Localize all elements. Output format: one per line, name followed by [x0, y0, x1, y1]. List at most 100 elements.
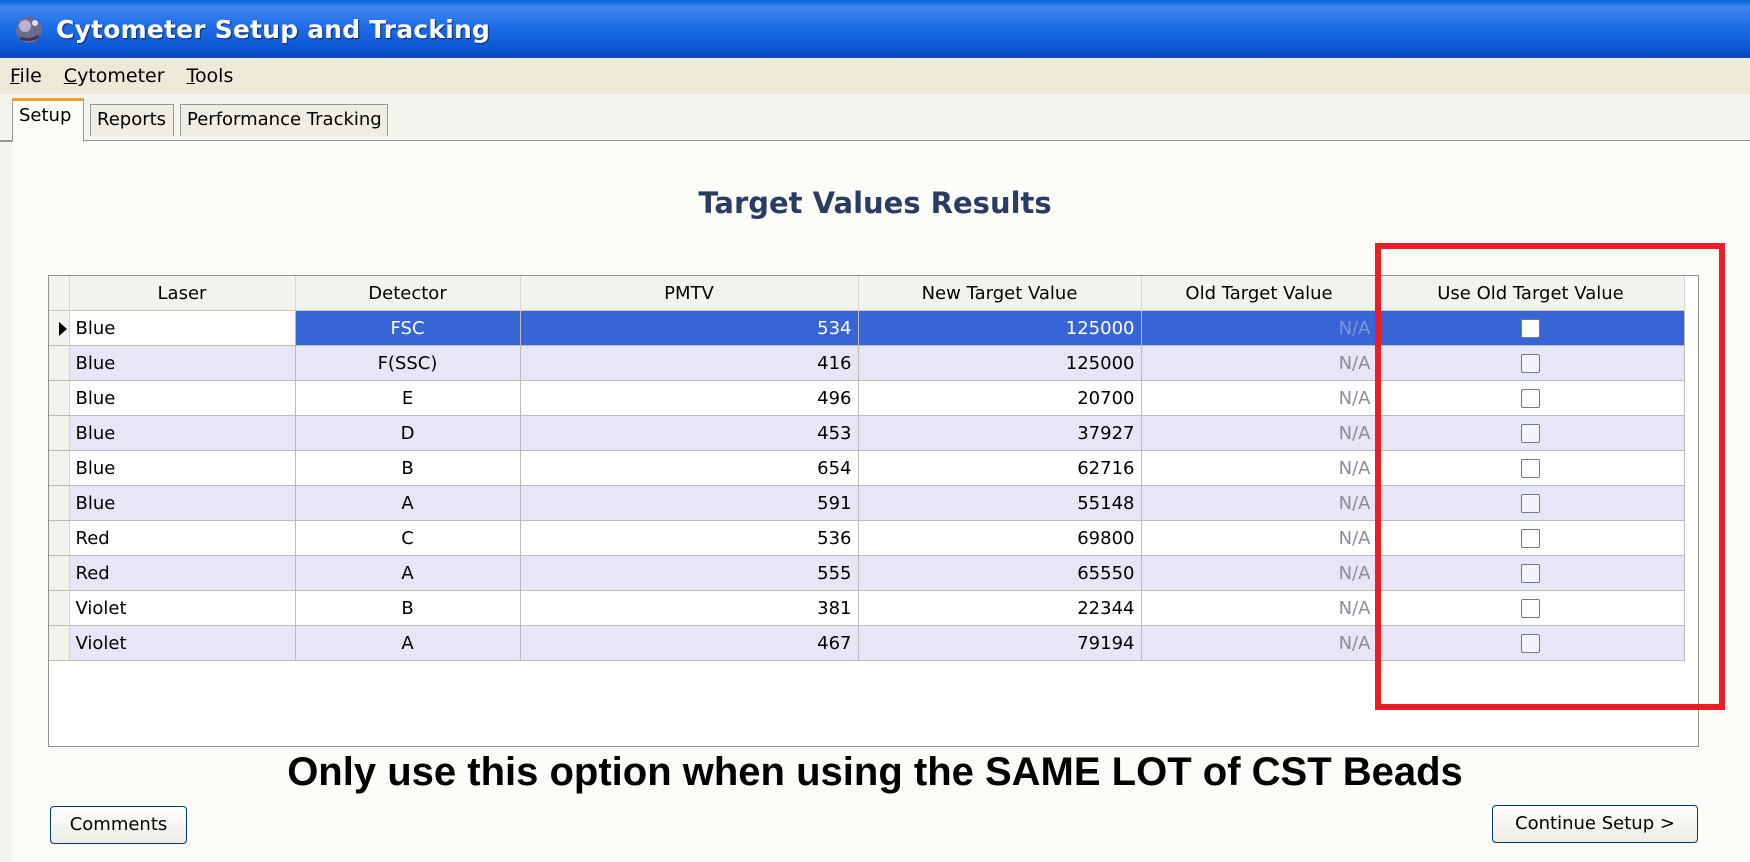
use-old-target-value-cell [1377, 380, 1685, 416]
table-row[interactable]: Blue A 591 55148 N/A [49, 485, 1685, 521]
new-target-value-cell: 125000 [858, 310, 1142, 346]
use-old-target-value-cell [1377, 310, 1685, 346]
table-row[interactable]: Blue F(SSC) 416 125000 N/A [49, 345, 1685, 381]
old-target-value-cell: N/A [1141, 380, 1378, 416]
use-old-target-checkbox[interactable] [1521, 494, 1540, 513]
old-target-value-cell: N/A [1141, 345, 1378, 381]
column-header-new-target-value[interactable]: New Target Value [858, 276, 1142, 311]
column-header-use-old-target-value[interactable]: Use Old Target Value [1377, 276, 1685, 311]
current-row-arrow-icon [59, 321, 67, 336]
new-target-value-cell: 37927 [858, 415, 1142, 451]
pmtv-cell: 654 [520, 450, 859, 486]
old-target-value-cell: N/A [1141, 590, 1378, 626]
pmtv-cell: 467 [520, 625, 859, 661]
row-header[interactable] [49, 590, 70, 626]
old-target-value-cell: N/A [1141, 485, 1378, 521]
detector-cell: D [295, 415, 521, 451]
menu-tools-mnemonic: T [186, 65, 195, 87]
menu-cytometer-label: ytometer [77, 65, 165, 87]
new-target-value-cell: 55148 [858, 485, 1142, 521]
use-old-target-checkbox[interactable] [1521, 599, 1540, 618]
table-row[interactable]: Blue B 654 62716 N/A [49, 450, 1685, 486]
comments-button[interactable]: Comments [50, 806, 187, 844]
use-old-target-checkbox[interactable] [1521, 319, 1540, 338]
column-header-detector[interactable]: Detector [295, 276, 521, 311]
old-target-value-cell: N/A [1141, 625, 1378, 661]
column-header-laser[interactable]: Laser [69, 276, 296, 311]
pmtv-cell: 496 [520, 380, 859, 416]
menu-tools[interactable]: Tools [187, 65, 234, 87]
use-old-target-checkbox[interactable] [1521, 529, 1540, 548]
menu-tools-label: ools [194, 65, 234, 87]
laser-cell: Blue [69, 380, 296, 416]
use-old-target-checkbox[interactable] [1521, 634, 1540, 653]
row-header-corner [49, 276, 70, 311]
new-target-value-cell: 20700 [858, 380, 1142, 416]
pmtv-cell: 381 [520, 590, 859, 626]
old-target-value-cell: N/A [1141, 415, 1378, 451]
menu-file-label: ile [19, 65, 42, 87]
old-target-value-cell: N/A [1141, 520, 1378, 556]
use-old-target-checkbox[interactable] [1521, 354, 1540, 373]
row-header[interactable] [49, 415, 70, 451]
table-row[interactable]: Red C 536 69800 N/A [49, 520, 1685, 556]
detector-cell: A [295, 625, 521, 661]
new-target-value-cell: 22344 [858, 590, 1142, 626]
use-old-target-checkbox[interactable] [1521, 389, 1540, 408]
use-old-target-value-cell [1377, 625, 1685, 661]
table-row[interactable]: Blue FSC 534 125000 N/A [49, 310, 1685, 346]
use-old-target-value-cell [1377, 415, 1685, 451]
tab-setup[interactable]: Setup [12, 98, 84, 142]
table-row[interactable]: Red A 555 65550 N/A [49, 555, 1685, 591]
table-row[interactable]: Violet B 381 22344 N/A [49, 590, 1685, 626]
use-old-target-value-cell [1377, 520, 1685, 556]
use-old-target-value-cell [1377, 450, 1685, 486]
laser-cell: Blue [69, 485, 296, 521]
menu-file-mnemonic: F [10, 65, 20, 87]
use-old-target-checkbox[interactable] [1521, 459, 1540, 478]
row-header[interactable] [49, 310, 70, 346]
laser-cell: Blue [69, 310, 296, 346]
table-row[interactable]: Violet A 467 79194 N/A [49, 625, 1685, 661]
pmtv-cell: 536 [520, 520, 859, 556]
row-header[interactable] [49, 380, 70, 416]
column-header-old-target-value[interactable]: Old Target Value [1141, 276, 1378, 311]
use-old-target-value-cell [1377, 590, 1685, 626]
pmtv-cell: 453 [520, 415, 859, 451]
pmtv-cell: 591 [520, 485, 859, 521]
use-old-target-checkbox[interactable] [1521, 424, 1540, 443]
new-target-value-cell: 69800 [858, 520, 1142, 556]
row-header[interactable] [49, 625, 70, 661]
use-old-target-checkbox[interactable] [1521, 564, 1540, 583]
use-old-target-value-cell [1377, 555, 1685, 591]
detector-cell: A [295, 485, 521, 521]
table-header-row: Laser Detector PMTV New Target Value Old… [49, 276, 1685, 311]
old-target-value-cell: N/A [1141, 450, 1378, 486]
tab-performance-tracking[interactable]: Performance Tracking [180, 104, 388, 136]
menu-cytometer[interactable]: Cytometer [64, 65, 165, 87]
tab-reports[interactable]: Reports [90, 104, 174, 136]
row-header[interactable] [49, 520, 70, 556]
new-target-value-cell: 125000 [858, 345, 1142, 381]
title-bar[interactable]: Cytometer Setup and Tracking [0, 0, 1750, 58]
annotation-text: Only use this option when using the SAME… [287, 750, 1463, 794]
app-window: Cytometer Setup and Tracking File Cytome… [0, 0, 1750, 862]
row-header[interactable] [49, 450, 70, 486]
continue-setup-button[interactable]: Continue Setup > [1492, 805, 1698, 843]
menu-file[interactable]: File [10, 65, 42, 87]
row-header[interactable] [49, 555, 70, 591]
laser-cell: Violet [69, 590, 296, 626]
use-old-target-value-cell [1377, 345, 1685, 381]
row-header[interactable] [49, 485, 70, 521]
table-row[interactable]: Blue E 496 20700 N/A [49, 380, 1685, 416]
detector-cell: B [295, 590, 521, 626]
old-target-value-cell: N/A [1141, 555, 1378, 591]
laser-cell: Red [69, 555, 296, 591]
table-row[interactable]: Blue D 453 37927 N/A [49, 415, 1685, 451]
detector-cell: C [295, 520, 521, 556]
column-header-pmtv[interactable]: PMTV [520, 276, 859, 311]
laser-cell: Violet [69, 625, 296, 661]
detector-cell: B [295, 450, 521, 486]
row-header[interactable] [49, 345, 70, 381]
page-title: Target Values Results [698, 186, 1052, 220]
